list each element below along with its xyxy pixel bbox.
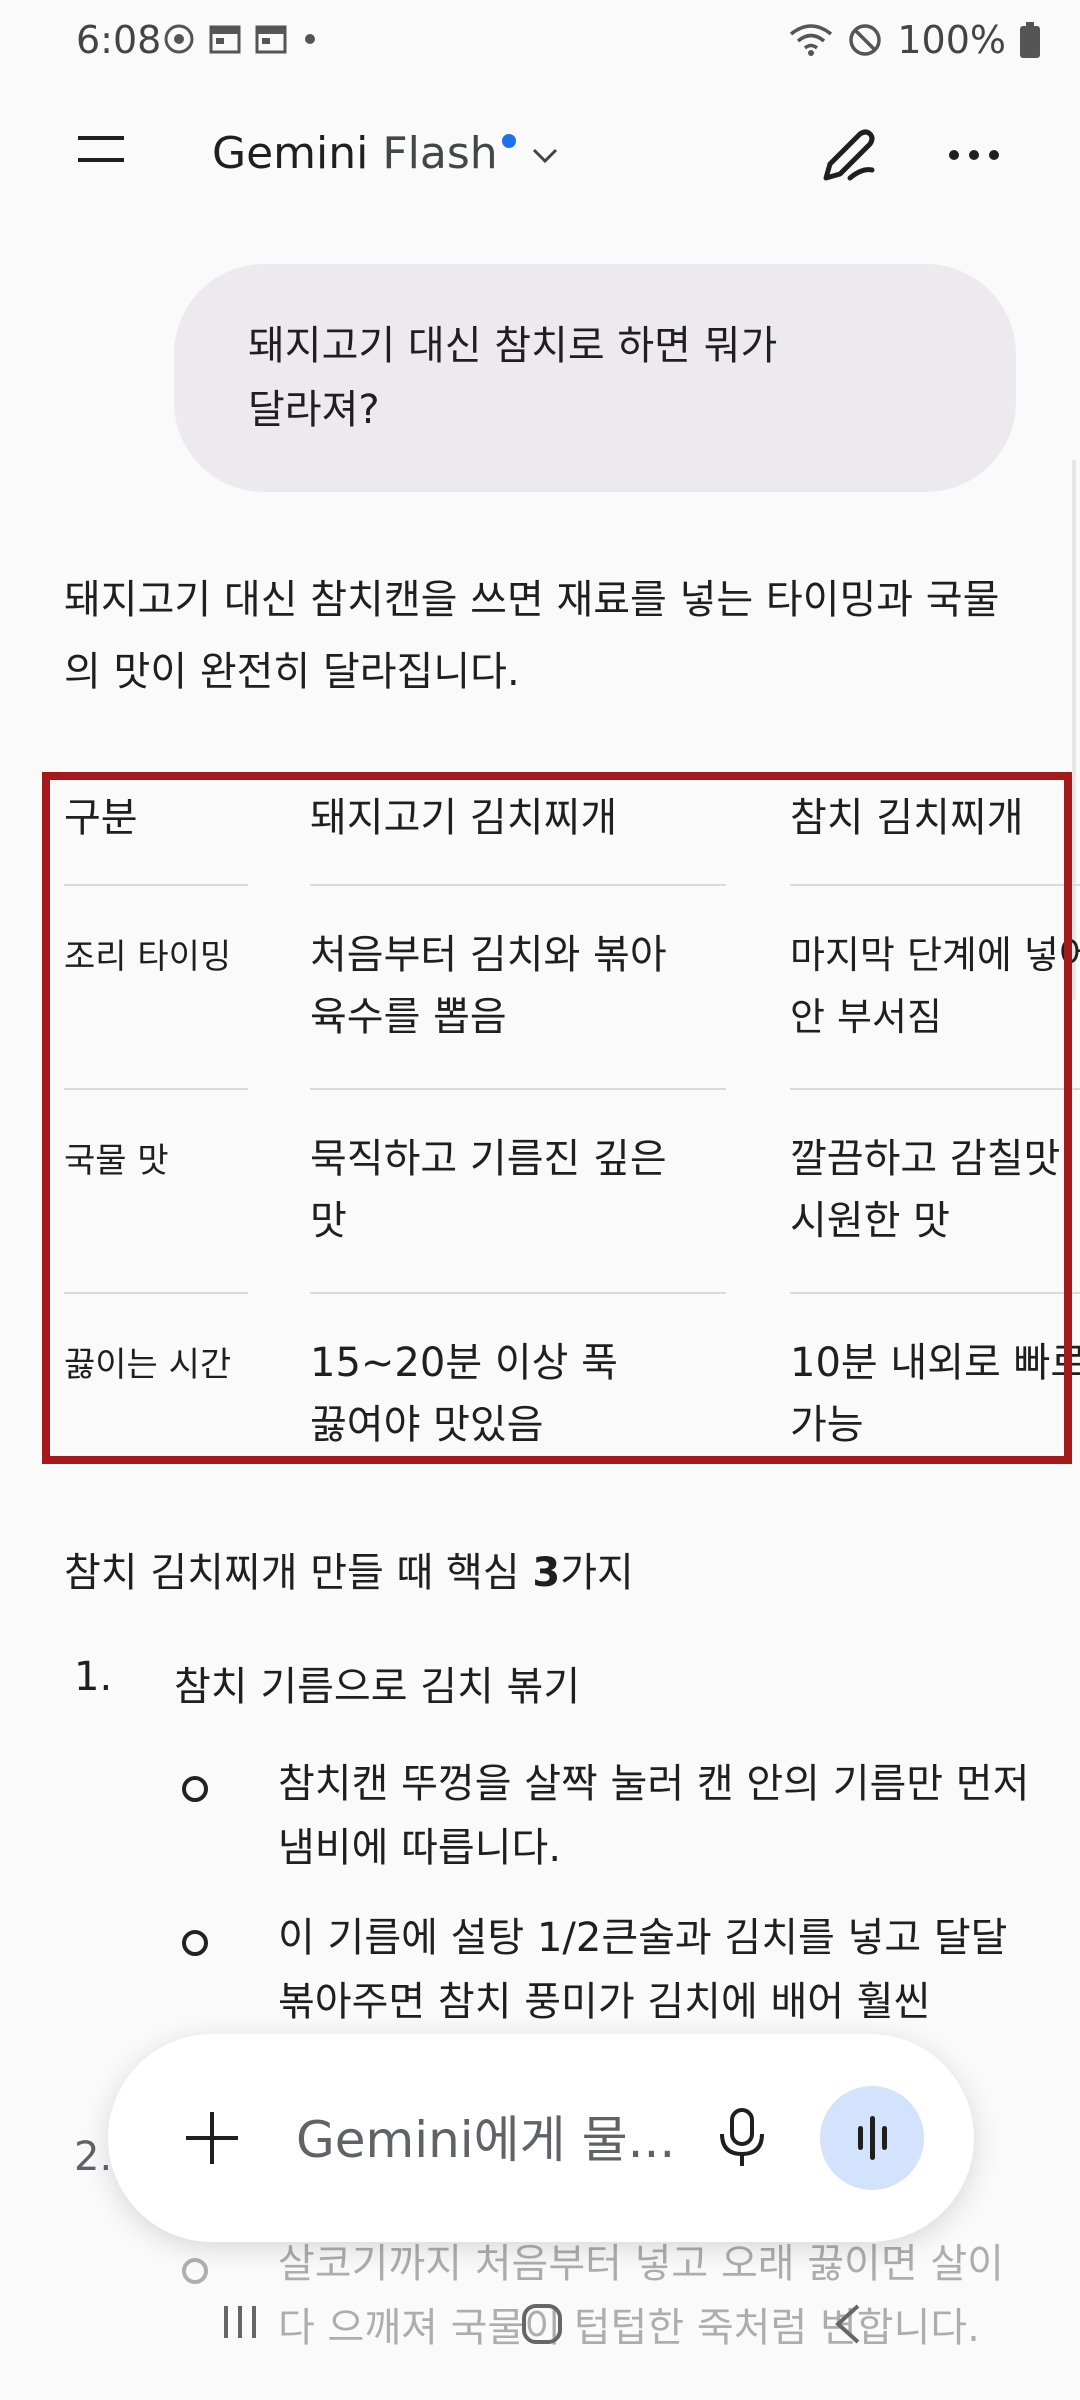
bullet-text: 살코기까지 처음부터 넣고 오래 끓이면 살이 다 으깨져 국물이 텁텁한 죽처… — [278, 2241, 1004, 2351]
battery-icon — [1020, 22, 1040, 58]
bullet-text: 참치캔 뚜껑을 살짝 눌러 캔 안의 기름만 먼저 냄비에 따릅니다. — [278, 1761, 1030, 1871]
user-message-text: 돼지고기 대신 참치로 하면 뭐가 달라져? — [248, 323, 778, 433]
home-icon — [522, 2304, 562, 2344]
mic-icon — [720, 2108, 764, 2166]
sync-icon — [164, 24, 194, 54]
section-subtitle: 참치 김치찌개 만들 때 핵심 3가지 — [64, 1540, 634, 1598]
more-options-button[interactable] — [946, 140, 1006, 180]
table-highlight-box — [42, 772, 1072, 1464]
add-button[interactable] — [180, 2106, 244, 2174]
battery-percent: 100% — [897, 18, 1006, 62]
do-not-disturb-icon — [849, 24, 882, 56]
list-item: 1. 참치 기름으로 김치 볶기 — [74, 1654, 580, 1710]
nav-home-button[interactable] — [518, 2300, 566, 2352]
list-number: 2. — [74, 2134, 113, 2180]
calendar-icon — [255, 25, 287, 54]
bullet-text: 이 기름에 설탕 1/2큰술과 김치를 넣고 달달 볶아주면 참치 풍미가 김치… — [278, 1915, 1008, 2025]
list-number: 1. — [74, 1654, 113, 1700]
subtitle-text: 참치 김치찌개 만들 때 핵심 — [64, 1550, 533, 1596]
menu-icon — [78, 136, 124, 162]
nav-back-button[interactable] — [826, 2300, 870, 2352]
new-indicator-dot — [501, 134, 516, 148]
recents-icon — [224, 2306, 256, 2338]
status-notification-icons — [162, 22, 320, 56]
model-name: Flash — [382, 128, 498, 179]
prompt-input-bar[interactable]: Gemini에게 물... — [108, 2034, 974, 2242]
status-right: 100% — [789, 18, 1040, 62]
bullet-icon — [182, 1776, 208, 1802]
list-item-title: 참치 기름으로 김치 볶기 — [174, 1664, 581, 1710]
calendar-icon — [209, 25, 241, 54]
status-time: 6:08 — [76, 18, 162, 62]
prompt-input[interactable]: Gemini에게 물... — [296, 2100, 675, 2172]
bullet-icon — [182, 1930, 208, 1956]
subtitle-text: 가지 — [560, 1550, 634, 1596]
plus-icon — [186, 2112, 238, 2164]
bullet-icon — [182, 2258, 208, 2284]
mic-button[interactable] — [714, 2104, 770, 2176]
subtitle-bold: 3 — [532, 1550, 561, 1596]
response-intro: 돼지고기 대신 참치캔을 쓰면 재료를 넣는 타이밍과 국물의 맛이 완전히 달… — [64, 577, 1000, 695]
user-message-bubble: 돼지고기 대신 참치로 하면 뭐가 달라져? — [174, 264, 1016, 492]
menu-button[interactable] — [74, 132, 138, 182]
model-selector[interactable]: Gemini Flash — [212, 128, 560, 179]
nav-recents-button[interactable] — [218, 2300, 262, 2348]
voice-wave-icon — [858, 2116, 887, 2160]
wifi-icon — [790, 24, 833, 56]
edit-icon — [823, 129, 875, 181]
app-title: Gemini — [212, 128, 369, 179]
new-chat-button[interactable] — [816, 124, 886, 194]
dot-icon — [305, 34, 315, 44]
chevron-down-icon — [532, 148, 557, 164]
voice-mode-button[interactable] — [820, 2086, 924, 2190]
back-icon — [835, 2304, 860, 2344]
more-vert-icon — [949, 150, 999, 160]
